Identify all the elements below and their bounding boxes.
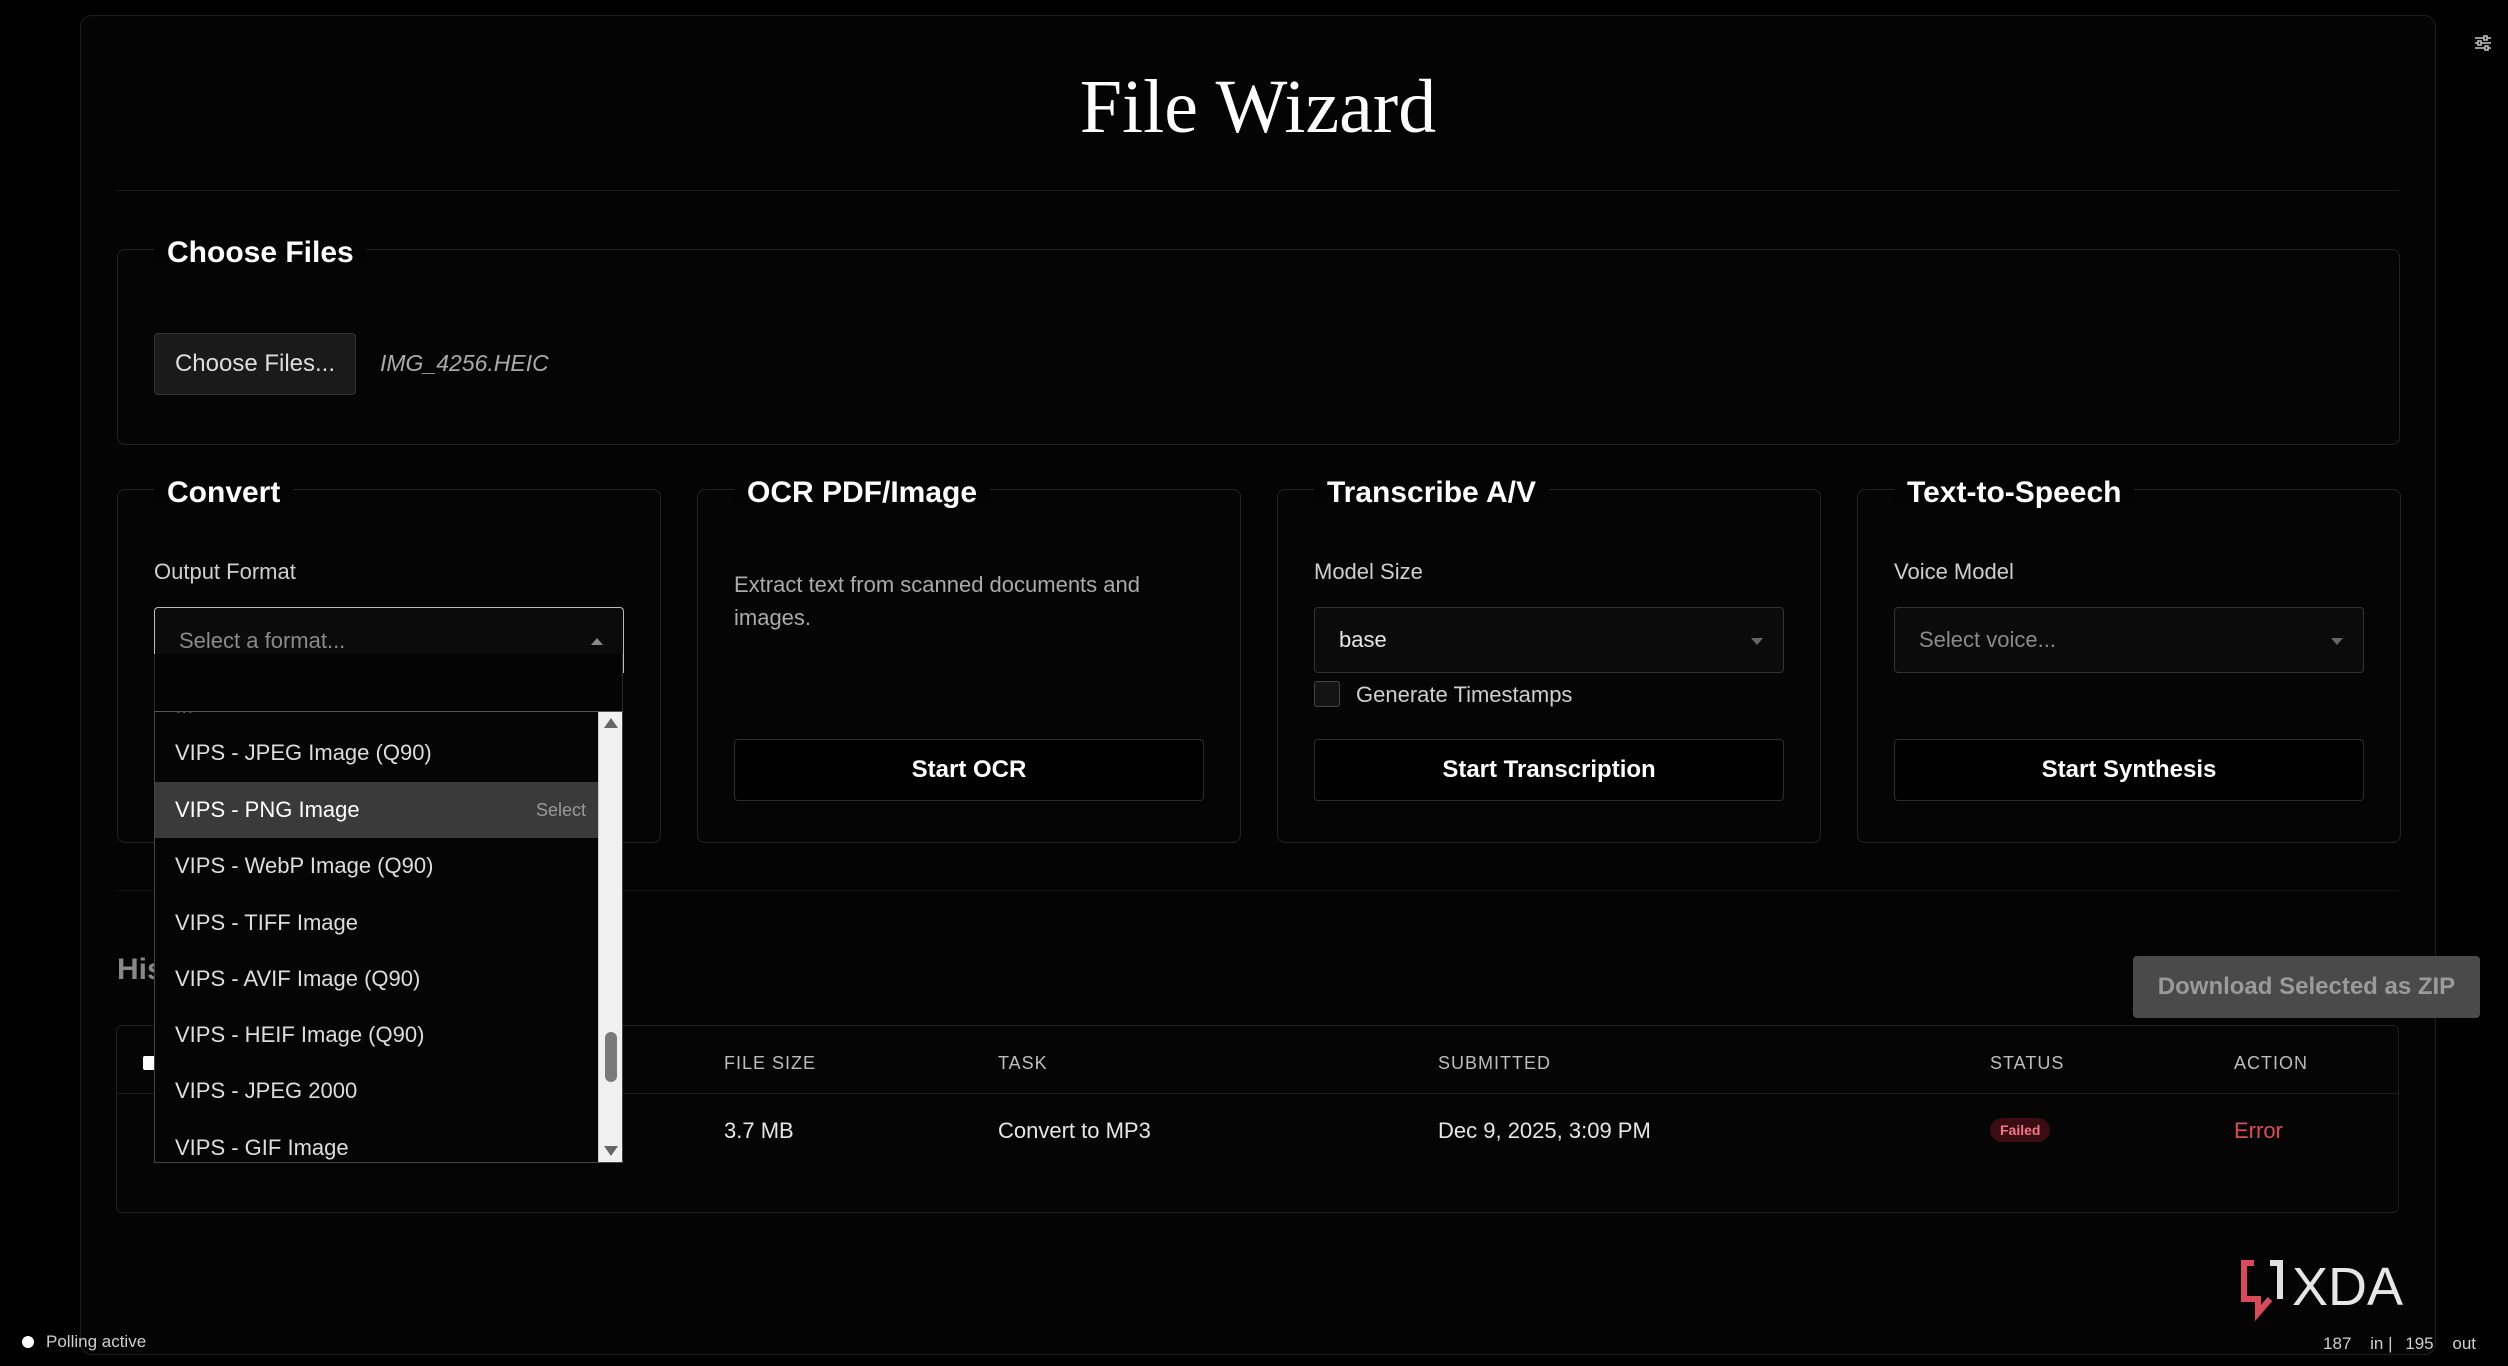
row-action-error[interactable]: Error — [2234, 1118, 2283, 1144]
list-item-gif[interactable]: VIPS - GIF Image — [155, 1120, 598, 1162]
download-zip-button[interactable]: Download Selected as ZIP — [2133, 956, 2480, 1018]
chevron-down-icon — [1751, 638, 1763, 645]
start-synthesis-button[interactable]: Start Synthesis — [1894, 739, 2364, 801]
row-submitted: Dec 9, 2025, 3:09 PM — [1438, 1118, 1651, 1143]
output-format-placeholder: Select a format... — [179, 627, 346, 653]
ocr-legend: OCR PDF/Image — [734, 476, 991, 510]
col-submitted: SUBMITTED — [1438, 1053, 1552, 1073]
tts-legend: Text-to-Speech — [1894, 476, 2135, 510]
counter-out: 195 — [2405, 1334, 2434, 1353]
selected-file-name: IMG_4256.HEIC — [380, 350, 549, 376]
row-file-size: 3.7 MB — [724, 1118, 794, 1143]
scroll-up-icon[interactable] — [604, 718, 618, 728]
counter-out-label: out — [2452, 1334, 2476, 1353]
polling-status: Polling active — [46, 1332, 147, 1351]
scroll-thumb[interactable] — [605, 1032, 617, 1082]
voice-model-label: Voice Model — [1894, 559, 2014, 584]
xda-logo: XDA — [2241, 1257, 2403, 1322]
title-divider — [117, 190, 2399, 191]
model-size-label: Model Size — [1314, 559, 1423, 584]
status-badge: Failed — [1990, 1118, 2051, 1142]
col-file-size: FILE SIZE — [724, 1053, 817, 1073]
counter-in: 187 — [2323, 1334, 2352, 1353]
io-counter: 187 in | 195 out — [2323, 1334, 2476, 1354]
list-item-webp[interactable]: VIPS - WebP Image (Q90) — [155, 838, 598, 894]
sliders-icon[interactable] — [2474, 34, 2492, 52]
timestamps-label: Generate Timestamps — [1356, 682, 1573, 707]
start-ocr-button[interactable]: Start OCR — [734, 739, 1204, 801]
counter-in-label: in | — [2370, 1334, 2393, 1353]
format-dropdown-list[interactable]: ... VIPS - JPEG Image (Q90) VIPS - PNG I… — [154, 711, 623, 1163]
row-task: Convert to MP3 — [998, 1118, 1151, 1143]
transcribe-panel: Transcribe A/V Model Size base Generate … — [1277, 476, 1821, 843]
chevron-down-icon — [2331, 638, 2343, 645]
scroll-down-icon[interactable] — [604, 1146, 618, 1156]
list-item-jpeg[interactable]: VIPS - JPEG Image (Q90) — [155, 725, 598, 781]
list-item-png[interactable]: VIPS - PNG Image Select — [155, 782, 598, 838]
select-hint: Select — [535, 799, 586, 820]
convert-legend: Convert — [154, 476, 294, 510]
ocr-description: Extract text from scanned documents and … — [734, 572, 1140, 630]
model-size-select[interactable]: base — [1314, 607, 1784, 673]
list-item-tiff[interactable]: VIPS - TIFF Image — [155, 895, 598, 951]
col-status: STATUS — [1990, 1053, 2065, 1073]
dropdown-scrollbar[interactable] — [598, 712, 622, 1162]
output-format-label: Output Format — [154, 559, 296, 584]
voice-model-select[interactable]: Select voice... — [1894, 607, 2364, 673]
list-item-avif[interactable]: VIPS - AVIF Image (Q90) — [155, 951, 598, 1007]
choose-files-button[interactable]: Choose Files... — [154, 333, 356, 395]
page-title: File Wizard — [1079, 65, 1437, 149]
transcribe-legend: Transcribe A/V — [1314, 476, 1549, 510]
list-item-png-label: VIPS - PNG Image — [175, 797, 360, 822]
timestamps-checkbox[interactable] — [1314, 681, 1340, 707]
model-size-value: base — [1339, 627, 1387, 652]
choose-files-legend: Choose Files — [154, 236, 367, 270]
voice-model-placeholder: Select voice... — [1919, 627, 2056, 652]
start-transcription-button[interactable]: Start Transcription — [1314, 739, 1784, 801]
tts-panel: Text-to-Speech Voice Model Select voice.… — [1857, 476, 2401, 843]
chevron-up-icon — [591, 638, 603, 645]
choose-files-panel: Choose Files Choose Files... IMG_4256.HE… — [117, 236, 2400, 445]
xda-text: XDA — [2292, 1257, 2403, 1317]
ocr-panel: OCR PDF/Image Extract text from scanned … — [697, 476, 1241, 843]
col-task: TASK — [998, 1053, 1048, 1073]
col-action: ACTION — [2234, 1053, 2309, 1073]
list-item-heif[interactable]: VIPS - HEIF Image (Q90) — [155, 1007, 598, 1063]
dropdown-search-area[interactable] — [154, 654, 623, 712]
status-dot — [22, 1336, 34, 1348]
list-item-jpeg2000[interactable]: VIPS - JPEG 2000 — [155, 1063, 598, 1119]
